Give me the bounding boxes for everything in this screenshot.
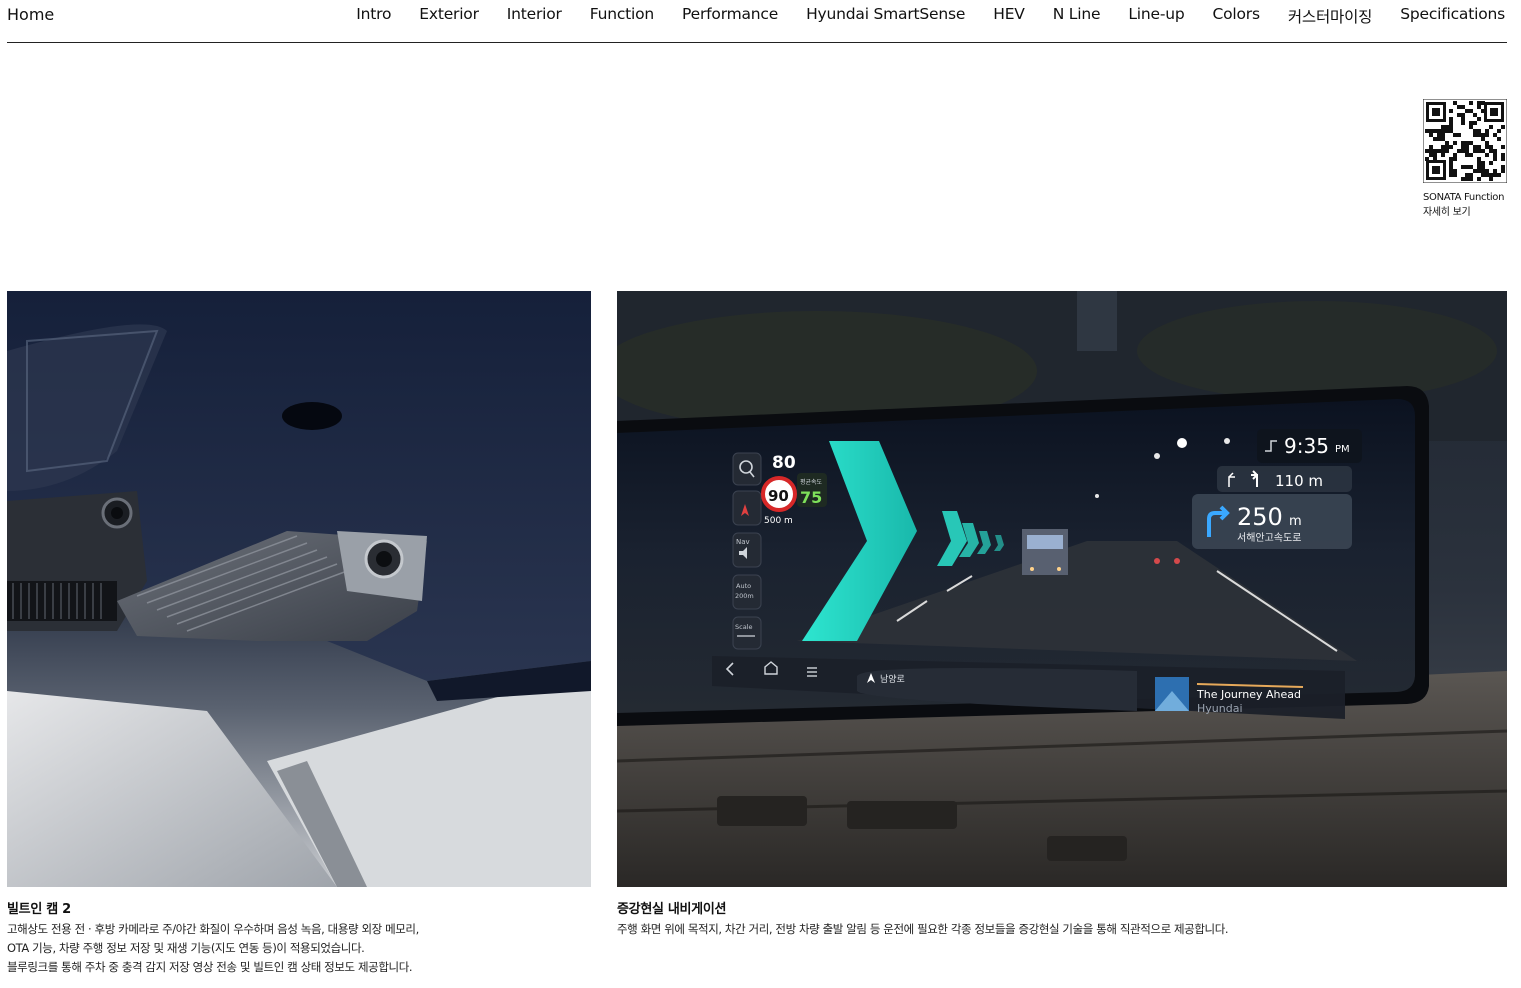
qr-caption-line1: SONATA Function bbox=[1423, 192, 1505, 203]
nav-link-lineup[interactable]: Line-up bbox=[1128, 5, 1184, 27]
builtin-cam-photo bbox=[7, 291, 591, 887]
nav-link-intro[interactable]: Intro bbox=[356, 5, 391, 27]
side-auto-distance: 200m bbox=[735, 592, 754, 600]
ar-navigation-caption: 증강현실 내비게이션 주행 화면 위에 목적지, 차간 거리, 전방 차량 출발… bbox=[617, 900, 1507, 939]
current-speed: 75 bbox=[800, 488, 822, 507]
speed-camera-distance: 500 m bbox=[764, 516, 793, 526]
media-title: The Journey Ahead bbox=[1196, 688, 1301, 701]
builtin-cam-desc-line1: 고해상도 전용 전 · 후방 카메라로 주/야간 화질이 우수하며 음성 녹음,… bbox=[7, 922, 419, 936]
speed-limit-ahead: 80 bbox=[772, 453, 796, 473]
turn-distance-value: 250 bbox=[1237, 503, 1283, 531]
builtin-cam-title: 빌트인 캠 2 bbox=[7, 902, 71, 917]
ar-navigation-desc-line1: 주행 화면 위에 목적지, 차간 거리, 전방 차량 출발 알림 등 운전에 필… bbox=[617, 922, 1229, 936]
nav-link-exterior[interactable]: Exterior bbox=[419, 5, 479, 27]
nav-link-nline[interactable]: N Line bbox=[1053, 5, 1101, 27]
builtin-cam-desc-line3: 블루링크를 통해 주차 중 충격 감지 저장 영상 전송 및 빌트인 캠 상태 … bbox=[7, 960, 413, 974]
nav-link-interior[interactable]: Interior bbox=[507, 5, 562, 27]
avg-speed-label: 평균속도 bbox=[800, 478, 823, 486]
media-artist: Hyundai bbox=[1197, 702, 1243, 715]
qr-caption[interactable]: SONATA Function 자세히 보기 bbox=[1423, 190, 1504, 220]
nav-link-hev[interactable]: HEV bbox=[993, 5, 1025, 27]
builtin-cam-caption: 빌트인 캠 2 고해상도 전용 전 · 후방 카메라로 주/야간 화질이 우수하… bbox=[7, 900, 591, 977]
side-auto-label: Auto bbox=[736, 582, 751, 590]
ar-navigation-title: 증강현실 내비게이션 bbox=[617, 902, 727, 917]
nav-link-function[interactable]: Function bbox=[590, 5, 655, 27]
nav-home-link[interactable]: Home bbox=[7, 5, 54, 24]
speed-limit-sign-value: 90 bbox=[768, 487, 789, 505]
builtin-cam-desc-line2: OTA 기능, 차량 주행 정보 저장 및 재생 기능(지도 연동 등)이 적용… bbox=[7, 941, 365, 955]
qr-caption-line2: 자세히 보기 bbox=[1423, 207, 1471, 218]
clock-suffix: PM bbox=[1335, 444, 1350, 455]
nav-links: Intro Exterior Interior Function Perform… bbox=[328, 5, 1505, 27]
next-turn-distance: 110 m bbox=[1275, 472, 1323, 490]
nav-link-performance[interactable]: Performance bbox=[682, 5, 778, 27]
nav-link-colors[interactable]: Colors bbox=[1212, 5, 1260, 27]
qr-code[interactable] bbox=[1422, 98, 1508, 184]
side-nav-label: Nav bbox=[736, 538, 750, 546]
top-navigation: Home Intro Exterior Interior Function Pe… bbox=[7, 0, 1507, 43]
current-road-name: 남양로 bbox=[880, 674, 905, 685]
turn-distance-unit: m bbox=[1289, 514, 1302, 529]
nav-link-customizing[interactable]: 커스터마이징 bbox=[1288, 5, 1373, 27]
ar-navigation-photo: Nav Auto 200m Scale 80 90 평균속도 75 500 m … bbox=[617, 291, 1507, 887]
side-scale-label: Scale bbox=[735, 623, 753, 631]
nav-link-smartsense[interactable]: Hyundai SmartSense bbox=[806, 5, 965, 27]
clock-time: 9:35 bbox=[1284, 434, 1329, 458]
nav-link-specifications[interactable]: Specifications bbox=[1400, 5, 1505, 27]
turn-road-name: 서해안고속도로 bbox=[1237, 531, 1301, 544]
qr-code-icon bbox=[1422, 98, 1508, 184]
